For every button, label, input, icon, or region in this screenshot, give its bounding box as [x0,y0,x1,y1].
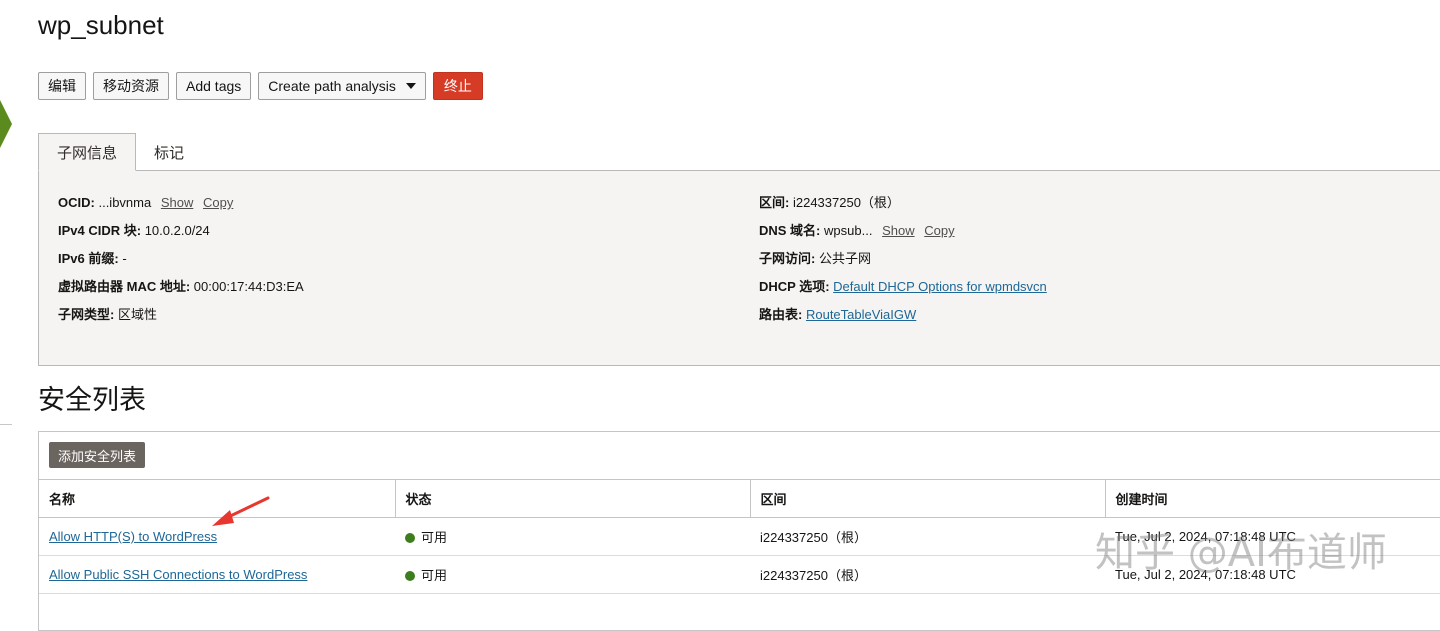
create-path-analysis-dropdown[interactable]: Create path analysis [258,72,426,100]
subnet-type-label: 子网类型: [58,307,115,322]
info-row-route-table: 路由表: RouteTableViaIGW [759,303,1047,331]
column-header-created-label: 创建时间 [1115,492,1168,507]
info-row-mac: 虚拟路由器 MAC 地址: 00:00:17:44:D3:EA [58,275,304,303]
ocid-value: ...ibvnma [98,195,152,210]
route-table-label: 路由表: [759,307,803,322]
info-row-subnet-access: 子网访问: 公共子网 [759,247,1047,275]
ipv4-label: IPv4 CIDR 块: [58,223,142,238]
info-row-dhcp: DHCP 选项: Default DHCP Options for wpmdsv… [759,275,1047,303]
subnet-info-panel: OCID: ...ibvnma Show Copy IPv4 CIDR 块: 1… [38,170,1440,366]
info-column-right: 区间: i224337250（根） DNS 域名: wpsub... Show … [759,191,1047,331]
status-text: 可用 [421,568,448,583]
annotation-arrow-icon [212,496,270,526]
cell-created: Tue, Jul 2, 2024, 07:18:48 UTC [1105,555,1440,594]
cell-compartment: i224337250（根） [750,555,1105,594]
info-row-ocid: OCID: ...ibvnma Show Copy [58,191,304,219]
subnet-access-value: 公共子网 [818,251,871,266]
cell-compartment: i224337250（根） [750,517,1105,556]
dns-value: wpsub... [824,223,873,238]
page-title: wp_subnet [38,10,164,40]
status-text: 可用 [421,530,448,545]
terminate-button[interactable]: 终止 [432,72,483,100]
ocid-show-link[interactable]: Show [161,195,194,210]
route-table-link[interactable]: RouteTableViaIGW [806,307,916,322]
cell-status: 可用 [395,555,750,594]
dhcp-options-link[interactable]: Default DHCP Options for wpmdsvcn [833,279,1047,294]
mac-label: 虚拟路由器 MAC 地址: [58,279,191,294]
add-security-list-button[interactable]: 添加安全列表 [49,442,146,468]
cell-status: 可用 [395,517,750,556]
detail-tabs: 子网信息 标记 [38,133,202,171]
cell-name: Allow Public SSH Connections to WordPres… [39,555,395,594]
security-list-link[interactable]: Allow HTTP(S) to WordPress [49,529,217,544]
move-resource-button[interactable]: 移动资源 [93,72,169,100]
column-header-compartment[interactable]: 区间 [750,479,1106,518]
column-header-created[interactable]: 创建时间 [1105,479,1440,518]
info-row-ipv6: IPv6 前缀: - [58,247,304,275]
status-available-icon [405,571,415,581]
status-available-icon [405,533,415,543]
ocid-copy-link[interactable]: Copy [203,195,233,210]
action-toolbar: 编辑 移动资源 Add tags Create path analysis 终止 [38,72,483,100]
dns-show-link[interactable]: Show [882,223,915,238]
dns-label: DNS 域名: [759,223,821,238]
compartment-label: 区间: [759,195,790,210]
security-list-link[interactable]: Allow Public SSH Connections to WordPres… [49,567,307,582]
subnet-type-value: 区域性 [117,307,157,322]
edit-button[interactable]: 编辑 [38,72,86,100]
dns-copy-link[interactable]: Copy [924,223,954,238]
column-header-status[interactable]: 状态 [395,479,751,518]
security-lists-heading: 安全列表 [38,385,146,415]
mac-value: 00:00:17:44:D3:EA [193,279,304,294]
add-tags-button[interactable]: Add tags [176,72,252,100]
tab-tags[interactable]: 标记 [136,133,202,171]
tab-subnet-info[interactable]: 子网信息 [38,133,137,171]
table-row: Allow Public SSH Connections to WordPres… [39,555,1440,594]
subnet-access-label: 子网访问: [759,251,816,266]
ipv6-label: IPv6 前缀: [58,251,119,266]
security-lists-panel: 添加安全列表 名称 状态 区间 创建时间 Allow HTTP(S) to Wo… [38,431,1440,631]
info-row-compartment: 区间: i224337250（根） [759,191,1047,219]
ipv6-value: - [122,251,127,266]
left-divider [0,424,12,425]
info-column-left: OCID: ...ibvnma Show Copy IPv4 CIDR 块: 1… [58,191,304,331]
cell-created: Tue, Jul 2, 2024, 07:18:48 UTC [1105,517,1440,556]
compartment-value: i224337250（根） [792,195,900,210]
create-path-analysis-label: Create path analysis [268,78,396,94]
caret-down-icon [405,83,416,89]
info-row-dns: DNS 域名: wpsub... Show Copy [759,219,1047,247]
ocid-label: OCID: [58,195,95,210]
left-nav-chevron-icon[interactable] [0,100,12,148]
info-row-subnet-type: 子网类型: 区域性 [58,303,304,331]
ipv4-value: 10.0.2.0/24 [144,223,210,238]
dhcp-label: DHCP 选项: [759,279,830,294]
info-row-ipv4: IPv4 CIDR 块: 10.0.2.0/24 [58,219,304,247]
